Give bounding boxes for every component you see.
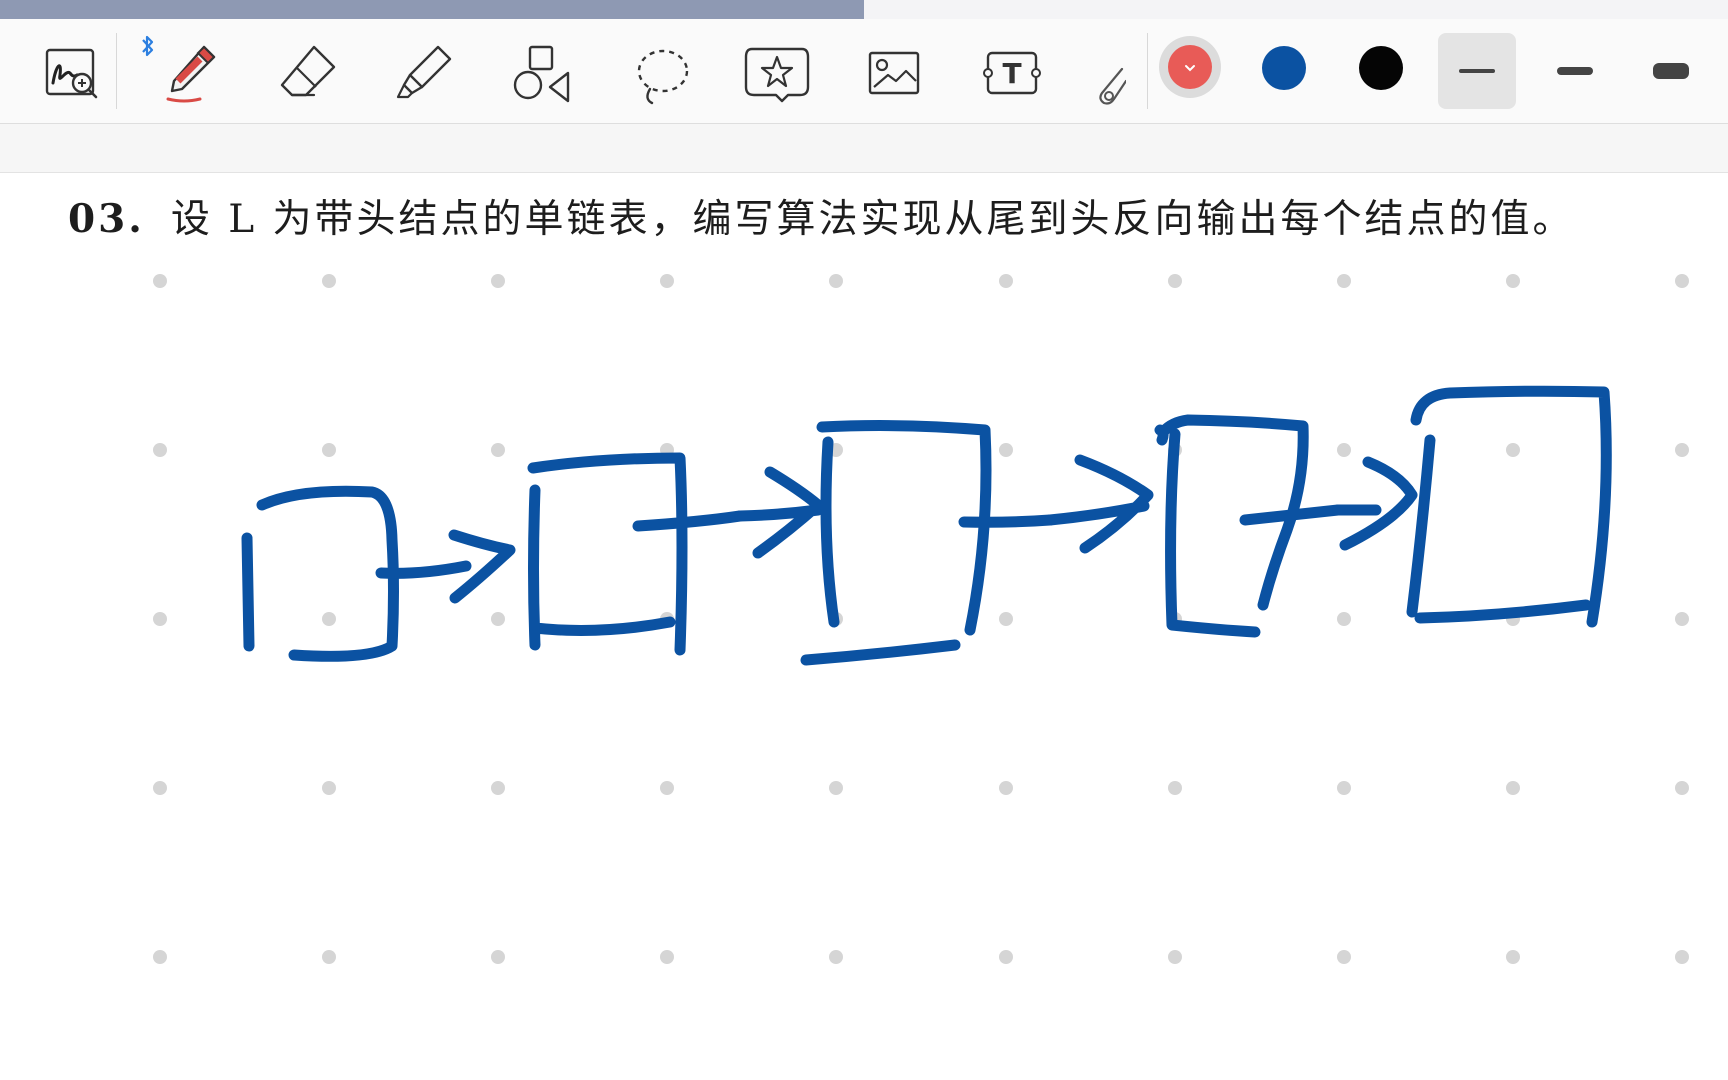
grid-dot — [999, 781, 1013, 795]
grid-dot — [1675, 443, 1689, 457]
grid-dot — [153, 781, 167, 795]
arrow-1 — [375, 529, 516, 604]
list-node-4 — [1154, 414, 1344, 638]
grid-dot — [491, 781, 505, 795]
grid-dot — [829, 781, 843, 795]
grid-dot — [153, 443, 167, 457]
grid-dot — [999, 950, 1013, 964]
grid-dot — [999, 612, 1013, 626]
grid-dot — [322, 612, 336, 626]
grid-dot — [322, 274, 336, 288]
grid-dot — [1168, 950, 1182, 964]
grid-dot — [491, 443, 505, 457]
grid-dot — [1506, 781, 1520, 795]
grid-dot — [1337, 781, 1351, 795]
grid-dot — [660, 781, 674, 795]
grid-dot — [1337, 443, 1351, 457]
grid-dot — [322, 443, 336, 457]
grid-dot — [660, 274, 674, 288]
arrow-2 — [734, 466, 824, 559]
grid-dot — [491, 950, 505, 964]
list-node-1 — [241, 485, 399, 662]
grid-dot — [1337, 950, 1351, 964]
grid-dot — [1506, 274, 1520, 288]
grid-dot — [1675, 274, 1689, 288]
arrow-3 — [1044, 454, 1154, 554]
grid-dot — [153, 274, 167, 288]
grid-dot — [829, 950, 843, 964]
grid-dot — [322, 950, 336, 964]
grid-dot — [1675, 612, 1689, 626]
grid-dot — [660, 950, 674, 964]
grid-dot — [322, 781, 336, 795]
grid-dot — [1168, 781, 1182, 795]
list-node-3 — [800, 420, 1056, 666]
grid-dot — [491, 274, 505, 288]
grid-dot — [1168, 274, 1182, 288]
grid-dot — [1506, 443, 1520, 457]
ink-strokes — [241, 385, 1612, 666]
list-node-5 — [1406, 385, 1612, 628]
grid-dot — [1337, 612, 1351, 626]
arrow-4 — [1332, 456, 1418, 551]
grid-dot — [999, 443, 1013, 457]
grid-dot — [153, 612, 167, 626]
grid-dot — [491, 612, 505, 626]
grid-dot — [999, 274, 1013, 288]
drawing-canvas[interactable] — [0, 0, 1728, 1080]
grid-dot — [829, 274, 843, 288]
list-node-2 — [527, 452, 746, 656]
grid-dot — [1337, 274, 1351, 288]
grid-dot — [1675, 950, 1689, 964]
grid-dot — [1506, 950, 1520, 964]
grid-dot — [153, 950, 167, 964]
grid-dot — [1675, 781, 1689, 795]
